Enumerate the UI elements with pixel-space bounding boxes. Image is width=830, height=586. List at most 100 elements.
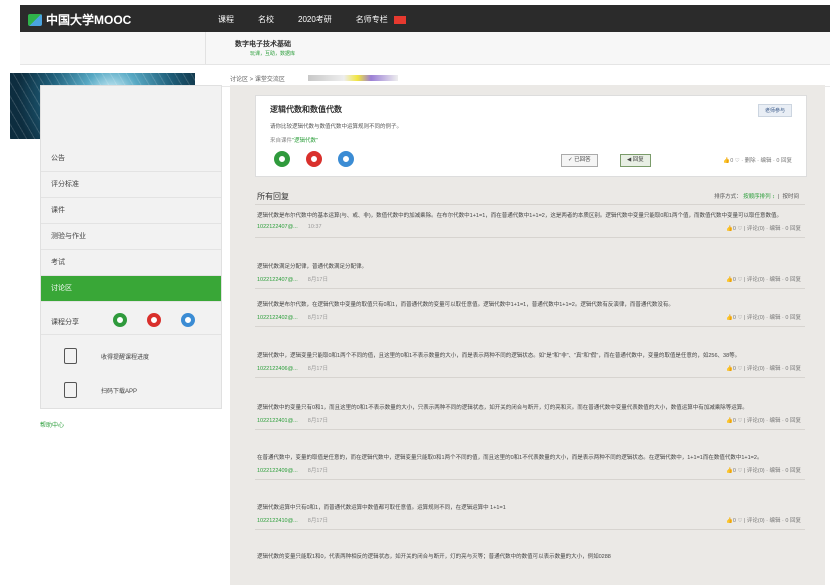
answered-button[interactable]: ✓ 已回答: [561, 154, 598, 167]
top-navbar: 中国大学MOOC 课程 名校 2020考研 名师专栏: [20, 5, 830, 32]
post-time: 8月17日: [307, 315, 328, 321]
post-author[interactable]: 1022122407@...: [257, 277, 298, 283]
post-time: 8月17日: [307, 418, 328, 424]
wechat-share-icon[interactable]: [274, 151, 290, 167]
post-stats[interactable]: 👍0 ♡ | 评论(0) · 编辑 · 0 回复: [726, 416, 801, 424]
question-description: 请你比较逻辑代数与数值代数中运算规则不同的例子。: [270, 124, 403, 130]
help-center-link[interactable]: 帮助中心: [40, 420, 64, 429]
site-logo-text: 中国大学MOOC: [46, 13, 132, 27]
post-time: 8月17日: [307, 468, 328, 474]
nav-schools[interactable]: 名校: [258, 14, 274, 25]
list-item: 逻辑代数中的变量只有0和1，而且这里的0和1不表示数量的大小，只表示两种不同的逻…: [255, 402, 805, 430]
post-meta: 1022122407@... 8月17日 👍0 ♡ | 评论(0) · 编辑 · 0…: [255, 272, 805, 288]
post-author[interactable]: 1022122402@...: [257, 315, 298, 321]
post-author[interactable]: 1022122410@...: [257, 518, 298, 524]
post-time: 8月17日: [307, 366, 328, 372]
sort-controls: 排序方式： 按顺序排列 ↕ | 按时间: [714, 194, 799, 200]
course-subtitle: 玩课，互助，数据库: [250, 51, 296, 57]
sort-by-time[interactable]: 按时间: [782, 194, 799, 200]
post-stats[interactable]: 👍0 ♡ | 评论(0) · 编辑 · 0 回复: [726, 466, 801, 474]
post-author[interactable]: 1022122401@...: [257, 418, 298, 424]
phone-icon: [64, 382, 77, 398]
post-meta: 1022122410@... 8月17日 👍0 ♡ | 评论(0) · 编辑 · 0…: [255, 513, 805, 529]
question-meta: 👍0 ♡ · 删除 · 编辑 · 0 回复: [723, 158, 792, 164]
share-label: 课程分享: [51, 319, 79, 326]
source-prefix: 来自课件: [270, 138, 293, 144]
sidebar-item-courseware[interactable]: 课件: [41, 198, 221, 224]
qq-share-icon[interactable]: [338, 151, 354, 167]
question-title: 逻辑代数和数值代数: [270, 105, 342, 114]
document-icon: [64, 348, 77, 364]
post-text: 逻辑代数是布尔代数，在逻辑代数中变量的取值只有0和1，而普通代数的变量可以取任意…: [257, 302, 674, 308]
post-text: 在普通代数中，变量的取值是任意的，而在逻辑代数中，逻辑变量只能取0和1两个不同的…: [257, 455, 763, 461]
breadcrumb-highlight: [308, 75, 398, 81]
post-meta: 1022122402@... 8月17日 👍0 ♡ | 评论(0) · 编辑 · 0…: [255, 310, 805, 326]
question-source: 来自课件"逻辑代数": [270, 136, 318, 144]
teacher-tag: 老师参与: [757, 104, 792, 117]
replies-title: 所有回复: [257, 192, 289, 201]
replies-header: 所有回复 排序方式： 按顺序排列 ↕ | 按时间: [255, 190, 805, 205]
mooc-logo-icon: [28, 13, 42, 26]
post-text: 逻辑代数满足分配律，普通代数满足分配律。: [257, 264, 368, 270]
sidebar-item-grading[interactable]: 评分标准: [41, 172, 221, 198]
weibo-share-icon[interactable]: [306, 151, 322, 167]
list-item: 在普通代数中，变量的取值是任意的，而在逻辑代数中，逻辑变量只能取0和1两个不同的…: [255, 452, 805, 480]
post-stats[interactable]: 👍0 ♡ | 评论(0) · 编辑 · 0 回复: [726, 364, 801, 372]
download-app-label: 扫码下载APP: [101, 389, 138, 395]
post-stats[interactable]: 👍0 ♡ | 评论(0) · 编辑 · 0 回复: [726, 313, 801, 321]
post-text: 逻辑代数中，逻辑变量只能取0和1两个不同的值，且这里的0和1不表示数量的大小，而…: [257, 353, 741, 359]
sort-by-order[interactable]: 按顺序排列 ↕: [743, 194, 775, 200]
qq-share-icon[interactable]: [181, 313, 195, 327]
post-stats[interactable]: 👍0 ♡ | 评论(0) · 编辑 · 0 回复: [726, 224, 801, 232]
sidebar-item-forum[interactable]: 讨论区: [41, 276, 221, 302]
post-stats[interactable]: 👍0 ♡ | 评论(0) · 编辑 · 0 回复: [726, 516, 801, 524]
post-text: 逻辑代数是布尔代数中的基本运算(与、或、非)，数值代数中的加减乘除。在布尔代数中…: [257, 213, 782, 219]
list-item: 逻辑代数满足分配律，普通代数满足分配律。 1022122407@... 8月17日…: [255, 261, 805, 289]
post-author[interactable]: 1022122407@...: [257, 224, 298, 230]
course-header: 数字电子技术基础 玩课，互助，数据库: [20, 32, 830, 65]
progress-reminder-label: 收得提醒课程进度: [101, 355, 150, 361]
post-meta: 1022122406@... 8月17日 👍0 ♡ | 评论(0) · 编辑 · 0…: [255, 361, 805, 377]
post-author[interactable]: 1022122406@...: [257, 366, 298, 372]
nav-teacher-label: 名师专栏: [355, 15, 388, 24]
list-item: 逻辑代数是布尔代数，在逻辑代数中变量的取值只有0和1，而普通代数的变量可以取任意…: [255, 299, 805, 327]
sidebar: 公告 评分标准 课件 测验与作业 考试 讨论区 课程分享 收得提醒课程进度 扫码…: [40, 85, 222, 409]
question-card: 逻辑代数和数值代数 老师参与 请你比较逻辑代数与数值代数中运算规则不同的例子。 …: [255, 95, 807, 177]
sidebar-item-exam[interactable]: 考试: [41, 250, 221, 276]
nav-courses[interactable]: 课程: [218, 14, 234, 25]
post-time: 10:37: [307, 224, 322, 230]
weibo-share-icon[interactable]: [147, 313, 161, 327]
top-nav: 课程 名校 2020考研 名师专栏: [218, 14, 406, 25]
sort-label: 排序方式：: [714, 194, 742, 200]
progress-reminder-link[interactable]: 收得提醒课程进度: [46, 342, 216, 370]
list-item: 逻辑代数的变量只能取1和0，代表两种相反的逻辑状态，如开关的闭合与断开，灯的亮与…: [255, 551, 805, 562]
post-text: 逻辑代数中的变量只有0和1，而且这里的0和1不表示数量的大小，只表示两种不同的逻…: [257, 405, 748, 411]
course-share: 课程分享: [41, 308, 221, 335]
list-item: 逻辑代数是布尔代数中的基本运算(与、或、非)，数值代数中的加减乘除。在布尔代数中…: [255, 210, 805, 238]
sidebar-item-quizzes[interactable]: 测验与作业: [41, 224, 221, 250]
breadcrumb-text[interactable]: 讨论区 > 课堂交流区: [230, 74, 285, 83]
post-meta: 1022122407@... 10:37 👍0 ♡ | 评论(0) · 编辑 · 0…: [255, 221, 805, 237]
site-logo[interactable]: 中国大学MOOC: [28, 11, 131, 28]
post-time: 8月17日: [307, 518, 328, 524]
reply-button[interactable]: ◀ 回复: [620, 154, 651, 167]
header-divider: [205, 32, 206, 64]
post-stats[interactable]: 👍0 ♡ | 评论(0) · 编辑 · 0 回复: [726, 275, 801, 283]
course-title[interactable]: 数字电子技术基础: [235, 39, 291, 49]
list-item: 逻辑代数中，逻辑变量只能取0和1两个不同的值，且这里的0和1不表示数量的大小，而…: [255, 350, 805, 378]
post-text: 逻辑代数运算中只有0和1，而普通代数运算中数值都可取任意值。运算规则不同，在逻辑…: [257, 505, 506, 511]
nav-teacher-column[interactable]: 名师专栏: [356, 14, 406, 25]
list-item: 逻辑代数运算中只有0和1，而普通代数运算中数值都可取任意值。运算规则不同，在逻辑…: [255, 502, 805, 530]
wechat-share-icon[interactable]: [113, 313, 127, 327]
post-meta: 1022122401@... 8月17日 👍0 ♡ | 评论(0) · 编辑 · 0…: [255, 413, 805, 429]
source-link[interactable]: "逻辑代数": [292, 138, 318, 144]
post-author[interactable]: 1022122409@...: [257, 468, 298, 474]
sidebar-menu: 公告 评分标准 课件 测验与作业 考试 讨论区: [41, 146, 221, 302]
sidebar-item-announcements[interactable]: 公告: [41, 146, 221, 172]
forum-main: 逻辑代数和数值代数 老师参与 请你比较逻辑代数与数值代数中运算规则不同的例子。 …: [230, 85, 825, 585]
post-meta: 1022122409@... 8月17日 👍0 ♡ | 评论(0) · 编辑 · 0…: [255, 463, 805, 479]
post-time: 8月17日: [307, 277, 328, 283]
nav-kaoyan[interactable]: 2020考研: [298, 14, 332, 25]
download-app-link[interactable]: 扫码下载APP: [46, 376, 216, 404]
post-text: 逻辑代数的变量只能取1和0，代表两种相反的逻辑状态，如开关的闭合与断开，灯的亮与…: [257, 554, 611, 560]
